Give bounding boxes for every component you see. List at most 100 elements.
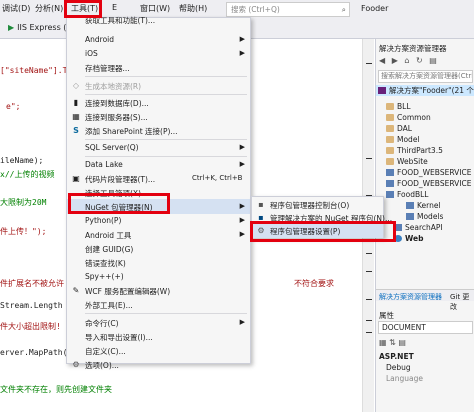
console-icon: ▪	[258, 200, 264, 209]
properties-object-label: DOCUMENT	[382, 323, 426, 332]
code-line: 件扩展名不被允许	[0, 279, 64, 288]
menu-item-label: iOS	[85, 49, 98, 58]
code-line: Stream.Length >	[0, 301, 73, 310]
property-name[interactable]: Debug	[386, 363, 411, 372]
property-name[interactable]: Language	[386, 374, 423, 383]
menu-item-add-sharepoint[interactable]: S 添加 SharePoint 连接(P)...	[67, 123, 250, 138]
snippet-icon: ▣	[72, 174, 80, 183]
menu-item-spy[interactable]: Spy++(+)	[67, 269, 250, 284]
tree-item[interactable]: FOOD_WEBSERVICE	[376, 179, 474, 190]
menu-item-label: Spy++(+)	[85, 272, 124, 281]
scroll-marker	[366, 320, 372, 321]
server-icon: ▦	[72, 112, 80, 121]
folder-icon	[386, 158, 394, 165]
menu-item-android[interactable]: Android ▶	[67, 32, 250, 47]
menu-item-external-tools[interactable]: 外部工具(E)...	[67, 297, 250, 312]
project-icon	[406, 213, 414, 220]
menu-item-label: 命令行(C)	[85, 319, 119, 328]
menu-item-python[interactable]: Python(P) ▶	[67, 213, 250, 228]
menu-item-archive-manager[interactable]: 存档管理器...	[67, 60, 250, 75]
menu-item-snippets-manager[interactable]: ▣ 代码片段管理器(T)... Ctrl+K, Ctrl+B	[67, 171, 250, 186]
properties-toolbar-icons[interactable]: ▦ ⇅ ▤	[379, 338, 406, 347]
menu-item-options[interactable]: ⚙ 选项(O)...	[67, 357, 250, 370]
menu-item-connect-database[interactable]: ▮ 连接到数据库(D)...	[67, 95, 250, 110]
tree-item[interactable]: Common	[376, 113, 474, 124]
menu-item-command-line[interactable]: 命令行(C) ▶	[67, 315, 250, 330]
folder-icon	[386, 103, 394, 110]
project-icon	[386, 191, 394, 198]
search-icon: ⌕	[341, 5, 346, 14]
code-line: ileName);	[0, 156, 44, 165]
tree-item[interactable]: 解决方案"Fooder"(21 个项目)	[376, 85, 474, 96]
folder-icon	[386, 114, 394, 121]
menu-item-label: 生成本地资源(R)	[85, 82, 142, 91]
menu-item-label: Data Lake	[85, 160, 123, 169]
menu-debug[interactable]: 调试(D)	[2, 3, 30, 14]
annotation-box-tools	[64, 0, 102, 18]
scroll-marker	[366, 253, 372, 254]
menu-extensions[interactable]: E	[112, 3, 117, 12]
properties-title: 属性	[379, 311, 394, 320]
properties-object-select[interactable]: DOCUMENT	[378, 321, 473, 334]
menu-item-customize[interactable]: 自定义(C)...	[67, 343, 250, 358]
menu-item-wcf-editor[interactable]: ✎ WCF 服务配置编辑器(W)	[67, 283, 250, 298]
tree-item[interactable]: Model	[376, 135, 474, 146]
submenu-arrow-icon: ▶	[239, 216, 245, 224]
solution-search-input[interactable]: 搜索解决方案资源管理器(Ctrl+;)	[378, 70, 473, 83]
menu-item-generate-local-resources[interactable]: ◇ 生成本地资源(R)	[67, 78, 250, 93]
menu-item-connect-server[interactable]: ▦ 连接到服务器(S)...	[67, 109, 250, 124]
tree-item[interactable]: FOOD_WEBSERVICE	[376, 168, 474, 179]
tree-item[interactable]: DAL	[376, 124, 474, 135]
menu-item-label: Android 工具	[85, 231, 132, 240]
folder-icon	[386, 136, 394, 143]
tree-item-label: Models	[417, 212, 444, 221]
solution-search-placeholder: 搜索解决方案资源管理器(Ctrl+;)	[381, 72, 473, 80]
menu-item-sql-server[interactable]: SQL Server(Q) ▶	[67, 140, 250, 155]
submenu-arrow-icon: ▶	[239, 35, 245, 43]
code-line: x//上传的视频	[0, 170, 55, 179]
tree-item-label: DAL	[397, 124, 412, 133]
scroll-marker	[366, 332, 372, 333]
code-line: 件大小超出限制!	[0, 322, 61, 331]
tree-item[interactable]: FoodBLL	[376, 190, 474, 201]
menu-item-label: WCF 服务配置编辑器(W)	[85, 287, 171, 296]
folder-icon	[386, 147, 394, 154]
code-line: e";	[6, 102, 21, 111]
tree-item-label: WebSite	[397, 157, 428, 166]
menu-item-create-guid[interactable]: 创建 GUID(G)	[67, 241, 250, 256]
menu-item-label: 错误查找(K)	[85, 259, 126, 268]
scroll-marker	[366, 63, 372, 64]
menu-item-error-lookup[interactable]: 错误查找(K)	[67, 255, 250, 270]
menu-analyze[interactable]: 分析(N)	[35, 3, 63, 14]
tab-git-changes[interactable]: Git 更改	[450, 292, 474, 312]
tree-item-label: ThirdPart3.5	[397, 146, 443, 155]
scroll-marker	[366, 158, 372, 159]
menu-item-label: 存档管理器...	[85, 64, 130, 73]
menu-item-label: 导入和导出设置(I)...	[85, 333, 153, 342]
tree-item-label: FOOD_WEBSERVICE	[397, 168, 472, 177]
solution-icon	[378, 87, 386, 94]
tree-item[interactable]: ThirdPart3.5	[376, 146, 474, 157]
panel-toolbar-icons[interactable]: ◀ ▶ ⌂ ↻ ▤	[379, 56, 439, 65]
tree-item[interactable]: BLL	[376, 102, 474, 113]
database-icon: ▮	[73, 98, 79, 107]
tree-item-label: Web	[405, 234, 424, 243]
tab-solution-explorer[interactable]: 解决方案资源管理器	[379, 292, 442, 302]
code-line: 大限制为20M	[0, 198, 47, 207]
scroll-marker	[366, 271, 372, 272]
panel-tabs: 解决方案资源管理器 Git 更改	[376, 289, 474, 311]
menu-separator	[85, 76, 247, 77]
menu-item-import-export[interactable]: 导入和导出设置(I)...	[67, 329, 250, 344]
tree-item[interactable]: WebSite	[376, 157, 474, 168]
tree-item-label: BLL	[397, 102, 411, 111]
menu-item-label: 连接到数据库(D)...	[85, 99, 149, 108]
tree-item-label: FoodBLL	[397, 190, 429, 199]
menu-item-android-tools[interactable]: Android 工具 ▶	[67, 227, 250, 242]
menu-item-data-lake[interactable]: Data Lake ▶	[67, 157, 250, 172]
scroll-marker	[366, 299, 372, 300]
menu-item-ios[interactable]: iOS ▶	[67, 46, 250, 61]
sharepoint-icon: S	[73, 126, 79, 135]
run-button[interactable]: ▶ IIS Express (3(	[8, 23, 75, 32]
annotation-box-nuget	[68, 193, 170, 214]
tree-item[interactable]: Kernel	[376, 201, 474, 212]
